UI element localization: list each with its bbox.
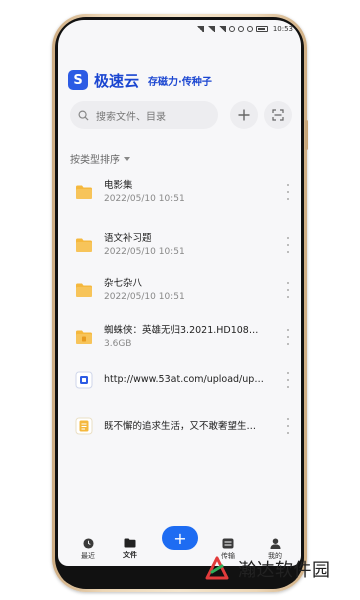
search-placeholder: 搜索文件、目录 <box>96 111 166 123</box>
add-button[interactable] <box>230 101 258 129</box>
more-icon[interactable] <box>285 329 291 345</box>
file-name: http://www.53at.com/upload/up.html <box>104 374 264 385</box>
more-icon[interactable] <box>285 372 291 388</box>
app-header: S 极速云 存磁力·传种子 <box>68 68 212 92</box>
transfer-icon <box>222 538 234 549</box>
battery-icon <box>255 26 268 32</box>
alarm-icon <box>246 26 253 32</box>
watermark-text: 瀚达软件园 <box>238 560 331 581</box>
watermark-logo-icon <box>205 556 229 580</box>
file-name: 电影集 <box>104 180 133 191</box>
nav-files-label: 文件 <box>123 551 137 559</box>
signal-icon <box>206 26 215 32</box>
status-bar: 10:53 <box>58 20 301 40</box>
phone-side-button <box>305 120 308 150</box>
file-name: 蜘蛛侠：英雄无归3.2021.HD1080P.... <box>104 325 264 336</box>
more-icon[interactable] <box>285 184 291 200</box>
file-row[interactable]: 既不懈的追求生活，又不敢奢望生活... <box>58 406 301 446</box>
status-time: 10:53 <box>272 25 293 33</box>
file-row[interactable]: 语文补习题 2022/05/10 10:51 <box>58 225 301 265</box>
app-logo: S <box>68 70 88 90</box>
nav-files[interactable]: 文件 <box>110 538 150 560</box>
file-row[interactable]: 电影集 2022/05/10 10:51 <box>58 172 301 212</box>
more-icon[interactable] <box>285 282 291 298</box>
phone-screen: 10:53 S 极速云 存磁力·传种子 搜索文件、目录 按类型排序 电影集 20… <box>58 20 301 566</box>
file-meta: 2022/05/10 10:51 <box>104 194 185 204</box>
folder-icon <box>124 538 136 548</box>
app-slogan: 存磁力·传种子 <box>148 76 212 88</box>
nav-recent-label: 最近 <box>81 552 95 560</box>
document-icon <box>74 416 94 436</box>
more-icon[interactable] <box>285 237 291 253</box>
signal-icon <box>195 26 204 32</box>
eye-icon <box>237 26 244 32</box>
search-icon <box>70 110 96 121</box>
file-name: 既不懈的追求生活，又不敢奢望生活... <box>104 421 264 432</box>
app-name: 极速云 <box>94 71 140 90</box>
file-name: 语文补习题 <box>104 233 152 244</box>
scan-icon <box>272 109 284 121</box>
clock-icon <box>82 538 94 549</box>
more-icon[interactable] <box>285 418 291 434</box>
file-row[interactable]: 杂七杂八 2022/05/10 10:51 <box>58 270 301 310</box>
nav-recent[interactable]: 最近 <box>68 538 108 561</box>
plus-icon <box>238 109 250 121</box>
user-icon <box>269 538 281 549</box>
file-meta: 3.6GB <box>104 339 132 349</box>
folder-icon <box>74 182 94 202</box>
file-name: 杂七杂八 <box>104 278 143 289</box>
link-icon <box>74 370 94 390</box>
file-row[interactable]: 蜘蛛侠：英雄无归3.2021.HD1080P.... 3.6GB <box>58 317 301 357</box>
file-meta: 2022/05/10 10:51 <box>104 247 185 257</box>
file-row[interactable]: http://www.53at.com/upload/up.html <box>58 360 301 400</box>
status-icons: 10:53 <box>195 25 293 33</box>
folder-icon <box>74 280 94 300</box>
sort-dropdown[interactable]: 按类型排序 <box>70 151 130 166</box>
wifi-icon <box>217 26 226 32</box>
search-input[interactable]: 搜索文件、目录 <box>70 101 218 129</box>
file-meta: 2022/05/10 10:51 <box>104 292 185 302</box>
watermark: 瀚达软件园 <box>204 556 331 582</box>
folder-icon <box>74 235 94 255</box>
scan-button[interactable] <box>264 101 292 129</box>
bluetooth-icon <box>228 26 235 32</box>
sort-label: 按类型排序 <box>70 155 120 166</box>
add-fab-button[interactable]: + <box>162 526 198 550</box>
caret-down-icon <box>124 156 130 161</box>
folder-torrent-icon <box>74 327 94 347</box>
